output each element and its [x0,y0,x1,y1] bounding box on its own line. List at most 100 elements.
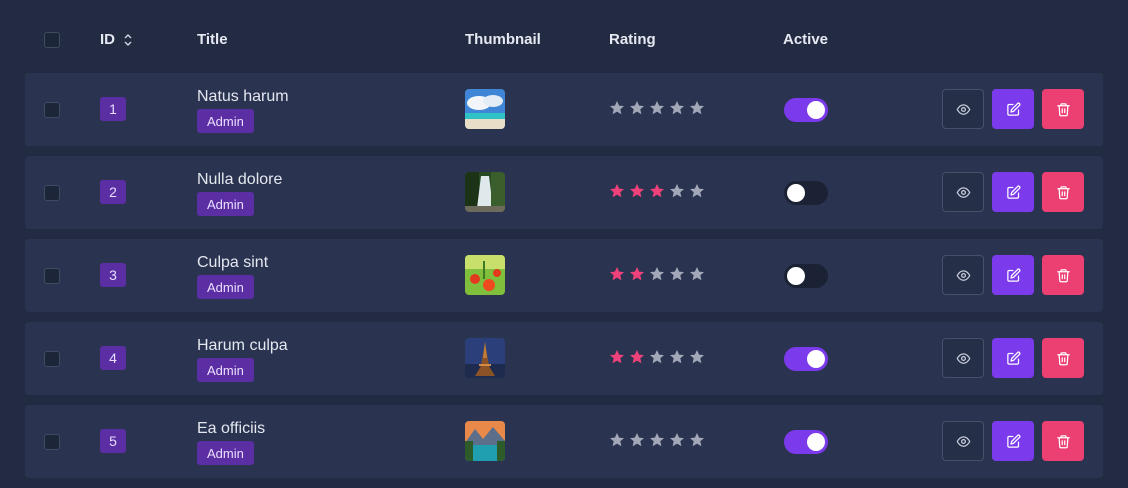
active-toggle[interactable] [784,181,828,205]
row-checkbox[interactable] [44,185,60,201]
thumbnail-image [465,255,505,295]
row-checkbox[interactable] [44,268,60,284]
star-icon[interactable] [689,100,705,116]
id-badge: 1 [100,97,126,121]
thumbnail-image [465,338,505,378]
active-toggle[interactable] [784,98,828,122]
active-toggle[interactable] [784,347,828,371]
data-table: ID Title Thumbnail Rating Active 1 Natus… [0,0,1128,488]
star-icon[interactable] [629,100,645,116]
role-badge: Admin [197,358,254,382]
trash-icon [1056,434,1070,448]
id-column-header[interactable]: ID [100,31,133,48]
toggle-knob [807,350,825,368]
row-title: Harum culpa [197,337,288,354]
star-icon[interactable] [669,100,685,116]
edit-button[interactable] [992,338,1034,378]
thumbnail-image [465,421,505,461]
row-title: Natus harum [197,88,289,105]
eye-icon [956,103,970,115]
view-button[interactable] [942,89,984,129]
star-icon[interactable] [689,266,705,282]
row-checkbox[interactable] [44,102,60,118]
row-title: Ea officiis [197,420,266,437]
star-icon[interactable] [649,100,665,116]
star-rating[interactable] [609,432,705,448]
role-badge: Admin [197,109,254,133]
view-button[interactable] [942,338,984,378]
row-checkbox[interactable] [44,434,60,450]
id-badge: 3 [100,263,126,287]
trash-icon [1056,351,1070,365]
row-checkbox[interactable] [44,351,60,367]
trash-icon [1056,268,1070,282]
eye-icon [956,269,970,281]
thumbnail-column-header: Thumbnail [465,31,541,48]
active-column-header: Active [783,31,829,48]
star-icon[interactable] [609,349,625,365]
star-icon[interactable] [629,183,645,199]
star-icon[interactable] [649,349,665,365]
active-toggle[interactable] [784,430,828,454]
rating-column-header: Rating [609,31,656,48]
view-button[interactable] [942,172,984,212]
edit-button[interactable] [992,172,1034,212]
toggle-knob [807,101,825,119]
delete-button[interactable] [1042,172,1084,212]
role-badge: Admin [197,441,254,465]
edit-icon [1006,102,1020,116]
star-icon[interactable] [629,266,645,282]
star-icon[interactable] [669,266,685,282]
view-button[interactable] [942,255,984,295]
star-icon[interactable] [629,432,645,448]
star-rating[interactable] [609,266,705,282]
view-button[interactable] [942,421,984,461]
table-row: 1 Natus harum Admin [25,73,1103,146]
id-badge: 5 [100,429,126,453]
star-icon[interactable] [609,266,625,282]
eye-icon [956,186,970,198]
select-all-checkbox[interactable] [44,32,60,48]
star-rating[interactable] [609,183,705,199]
delete-button[interactable] [1042,421,1084,461]
edit-icon [1006,351,1020,365]
delete-button[interactable] [1042,338,1084,378]
eye-icon [956,352,970,364]
star-icon[interactable] [669,432,685,448]
edit-button[interactable] [992,89,1034,129]
delete-button[interactable] [1042,255,1084,295]
table-row: 3 Culpa sint Admin [25,239,1103,312]
edit-button[interactable] [992,421,1034,461]
role-badge: Admin [197,192,254,216]
star-icon[interactable] [609,100,625,116]
star-icon[interactable] [689,183,705,199]
star-rating[interactable] [609,349,705,365]
table-header: ID Title Thumbnail Rating Active [0,0,1128,78]
sort-icon[interactable] [123,33,133,47]
star-icon[interactable] [669,183,685,199]
edit-icon [1006,434,1020,448]
star-icon[interactable] [609,432,625,448]
row-title: Nulla dolore [197,171,283,188]
star-icon[interactable] [629,349,645,365]
active-toggle[interactable] [784,264,828,288]
star-icon[interactable] [609,183,625,199]
table-row: 2 Nulla dolore Admin [25,156,1103,229]
title-column-header: Title [197,31,228,48]
table-row: 4 Harum culpa Admin [25,322,1103,395]
delete-button[interactable] [1042,89,1084,129]
id-header-label: ID [100,31,115,48]
star-icon[interactable] [649,266,665,282]
star-icon[interactable] [669,349,685,365]
edit-icon [1006,268,1020,282]
thumbnail-image [465,172,505,212]
edit-button[interactable] [992,255,1034,295]
star-rating[interactable] [609,100,705,116]
thumbnail-image [465,89,505,129]
star-icon[interactable] [649,432,665,448]
star-icon[interactable] [649,183,665,199]
star-icon[interactable] [689,432,705,448]
row-title: Culpa sint [197,254,269,271]
toggle-knob [787,184,805,202]
star-icon[interactable] [689,349,705,365]
